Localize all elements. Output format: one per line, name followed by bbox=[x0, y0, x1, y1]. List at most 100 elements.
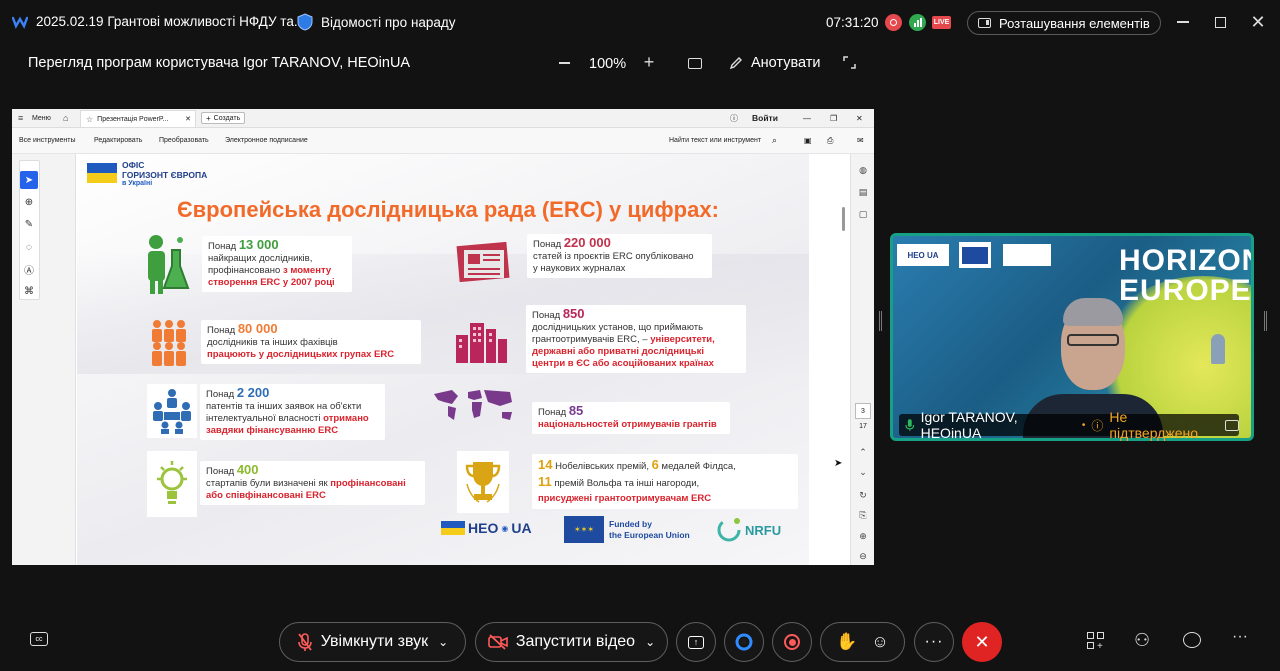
minimize-icon[interactable] bbox=[1173, 12, 1193, 32]
webex-logo-icon bbox=[12, 16, 28, 29]
expand-icon[interactable] bbox=[841, 54, 857, 70]
start-video-label: Запустити відео bbox=[515, 633, 636, 650]
zoom-in-page-icon[interactable]: ⊕ bbox=[856, 529, 870, 543]
star-icon[interactable]: ☆ bbox=[86, 115, 93, 124]
shared-screen[interactable]: ≡ Меню ⌂ ☆ Презентація PowerP... ✕ + Соз… bbox=[12, 109, 874, 565]
create-tab-button[interactable]: + Создать bbox=[201, 112, 246, 124]
fact-card-institutions: Понад 850 дослідницьких установ, що прий… bbox=[526, 305, 746, 373]
search-icon[interactable]: ⌕ bbox=[772, 135, 777, 146]
app-restore-icon[interactable]: ❐ bbox=[830, 114, 837, 123]
globe-icon: ◉ bbox=[501, 523, 509, 533]
menu-icon[interactable]: ≡ bbox=[18, 113, 23, 123]
page-up-icon[interactable]: ⌃ bbox=[856, 445, 870, 459]
meeting-title-group: 2025.02.19 Грантові можливості НФДУ та..… bbox=[12, 13, 305, 29]
more-icon: ··· bbox=[924, 633, 944, 650]
menu-label[interactable]: Меню bbox=[32, 115, 51, 122]
convert-menu[interactable]: Преобразовать bbox=[159, 137, 209, 144]
fact-card-staff: Понад 80 000 дослідників та інших фахівц… bbox=[201, 320, 421, 364]
zoom-out-icon[interactable] bbox=[556, 55, 572, 71]
share-button[interactable]: ↑ bbox=[676, 622, 716, 662]
page-down-icon[interactable]: ⌄ bbox=[856, 465, 870, 479]
record-button[interactable] bbox=[772, 622, 812, 662]
more-options-button[interactable]: ··· bbox=[914, 622, 954, 662]
close-icon: ✕ bbox=[974, 631, 990, 652]
find-tool-label[interactable]: Найти текст или инструмент bbox=[669, 137, 761, 144]
slide-title: Європейська дослідницька рада (ERC) у ци… bbox=[177, 197, 719, 222]
plus-icon: + bbox=[206, 113, 211, 123]
mouse-cursor-icon: ➤ bbox=[834, 458, 843, 469]
verification-status: Не підтверджено bbox=[1109, 409, 1199, 441]
mail-icon[interactable]: ✉ bbox=[857, 136, 864, 145]
home-icon[interactable]: ⌂ bbox=[63, 113, 68, 123]
participant-name: Igor TARANOV, HEOinUA bbox=[920, 409, 1018, 441]
trophy-icon bbox=[457, 451, 509, 513]
more-panels-icon[interactable]: ··· bbox=[1232, 628, 1248, 646]
nrfu-mark-icon bbox=[717, 518, 741, 542]
unverified-icon: ⓘ bbox=[1091, 418, 1104, 433]
unmute-button[interactable]: Увімкнути звук ⌄ bbox=[279, 622, 466, 662]
rotate-icon[interactable]: ↻ bbox=[856, 488, 870, 502]
layout-button-label: Розташування елементів bbox=[999, 15, 1150, 31]
doc-tab[interactable]: ☆ Презентація PowerP... ✕ bbox=[80, 110, 196, 127]
app-close-icon[interactable]: ✕ bbox=[856, 114, 863, 123]
reactions-icon[interactable]: ☺ bbox=[871, 632, 888, 652]
select-cursor-icon[interactable]: ➤ bbox=[20, 171, 38, 189]
participants-icon[interactable]: ⚇ bbox=[1134, 630, 1150, 651]
viewer-toolbar: Все инструменты Редактировать Преобразов… bbox=[12, 128, 874, 154]
ai-assistant-icon[interactable]: ◍ bbox=[856, 163, 870, 177]
remote-control-icon[interactable] bbox=[687, 55, 703, 71]
extract-icon[interactable]: ⎘ bbox=[856, 508, 870, 522]
meeting-info-tab[interactable]: Відомості про нараду bbox=[297, 13, 456, 31]
close-tab-icon[interactable]: ✕ bbox=[185, 115, 191, 123]
apps-button[interactable] bbox=[724, 622, 764, 662]
shield-icon bbox=[297, 13, 313, 31]
zoom-tool-icon[interactable]: ⊕ bbox=[20, 193, 38, 211]
esign-menu[interactable]: Электронное подписание bbox=[225, 137, 308, 144]
meeting-time: 07:31:20 bbox=[826, 15, 879, 30]
raise-hand-icon[interactable]: ✋ bbox=[836, 632, 857, 652]
chevron-down-icon[interactable]: ⌄ bbox=[438, 635, 448, 649]
print-icon[interactable]: ⎙ bbox=[827, 136, 833, 146]
apps-grid-icon[interactable]: + bbox=[1087, 632, 1105, 652]
network-stats-icon[interactable] bbox=[909, 14, 926, 31]
save-icon[interactable]: ▣ bbox=[804, 136, 812, 145]
participant-name-bar: Igor TARANOV, HEOinUA • ⓘ Не підтверджен… bbox=[899, 409, 1239, 441]
mic-icon bbox=[905, 419, 915, 431]
reactions-group: ✋ ☺ bbox=[820, 622, 905, 662]
create-label: Создать bbox=[213, 114, 241, 122]
stamp-tool-icon[interactable]: ⌘ bbox=[20, 282, 38, 300]
ukraine-flag-icon bbox=[87, 163, 117, 183]
zoom-in-icon[interactable]: + bbox=[641, 52, 657, 72]
pages-icon[interactable]: ▢ bbox=[856, 207, 870, 221]
newspaper-icon bbox=[450, 234, 518, 286]
start-video-button[interactable]: Запустити відео ⌄ bbox=[475, 622, 668, 662]
left-splitter-handle[interactable] bbox=[879, 311, 882, 331]
app-minimize-icon[interactable]: — bbox=[803, 114, 811, 123]
layout-icon bbox=[978, 18, 991, 28]
chevron-down-icon[interactable]: ⌄ bbox=[645, 635, 655, 649]
right-splitter-handle[interactable] bbox=[1264, 311, 1267, 331]
draw-tool-icon[interactable]: ✎ bbox=[20, 215, 38, 233]
maximize-icon[interactable] bbox=[1210, 12, 1230, 32]
layout-button[interactable]: Розташування елементів bbox=[967, 11, 1161, 35]
captions-icon[interactable]: cc bbox=[30, 632, 48, 646]
all-tools-menu[interactable]: Все инструменты bbox=[19, 137, 76, 144]
leave-meeting-button[interactable]: ✕ bbox=[962, 622, 1002, 662]
annotate-button[interactable]: Анотувати bbox=[729, 55, 821, 71]
login-link[interactable]: Войти bbox=[752, 113, 778, 123]
edit-menu[interactable]: Редактировать bbox=[94, 137, 142, 144]
fact-number: 13 000 bbox=[238, 237, 279, 252]
text-select-icon[interactable]: Ⓐ bbox=[20, 260, 38, 278]
help-icon[interactable]: ⓘ bbox=[730, 113, 738, 124]
zoom-out-page-icon[interactable]: ⊖ bbox=[856, 549, 870, 563]
current-page[interactable]: 3 bbox=[855, 403, 871, 419]
close-window-icon[interactable]: ✕ bbox=[1248, 12, 1268, 32]
comment-icon[interactable]: ▤ bbox=[856, 185, 870, 199]
org-logo: ОФІС ГОРИЗОНТ ЄВРОПА в Україні bbox=[87, 160, 207, 187]
share-screen-small-icon[interactable] bbox=[1225, 419, 1239, 431]
chat-icon[interactable] bbox=[1183, 632, 1201, 648]
recording-icon[interactable] bbox=[885, 14, 902, 31]
slide-scrollbar[interactable] bbox=[842, 207, 845, 231]
eu-funding-logo: ✶✶✶ Funded by the European Union bbox=[564, 516, 690, 543]
lasso-tool-icon[interactable]: ◌ bbox=[20, 238, 38, 256]
